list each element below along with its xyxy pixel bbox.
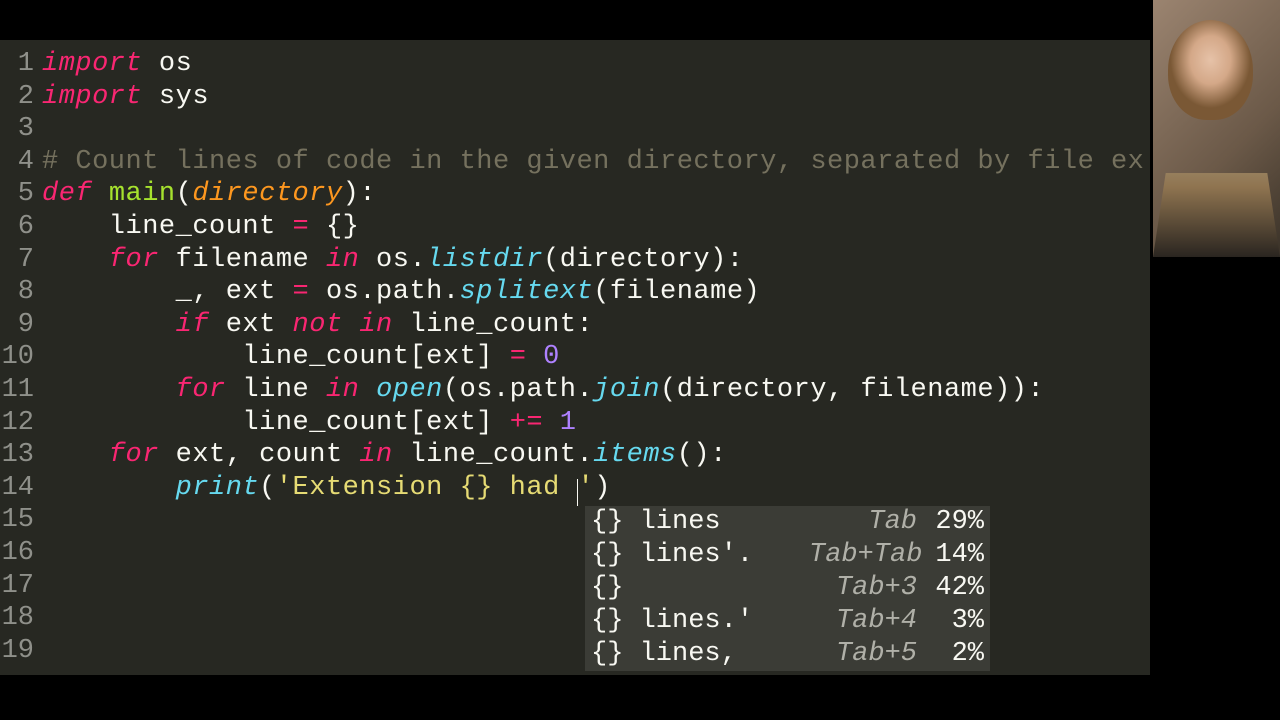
autocomplete-probability: 29% — [929, 506, 984, 539]
code-content[interactable]: line_count[ext] = 0 — [42, 341, 560, 374]
code-line[interactable]: 6 line_count = {} — [0, 211, 1150, 244]
code-content[interactable]: for filename in os.listdir(directory): — [42, 244, 744, 277]
code-line[interactable]: 1import os — [0, 48, 1150, 81]
code-line[interactable]: 5def main(directory): — [0, 178, 1150, 211]
autocomplete-suggestion: {} lines — [591, 506, 809, 539]
code-content[interactable]: if ext not in line_count: — [42, 309, 593, 342]
line-number: 18 — [0, 602, 42, 635]
line-number: 12 — [0, 407, 42, 440]
code-content[interactable]: # Count lines of code in the given direc… — [42, 146, 1144, 179]
line-number: 11 — [0, 374, 42, 407]
code-content[interactable]: def main(directory): — [42, 178, 376, 211]
line-number: 17 — [0, 570, 42, 603]
code-line[interactable]: 9 if ext not in line_count: — [0, 309, 1150, 342]
webcam-placeholder: WHY YOU — [1268, 247, 1278, 257]
autocomplete-suggestion: {} — [591, 572, 809, 605]
code-line[interactable]: 3 — [0, 113, 1150, 146]
autocomplete-item[interactable]: {} lines.'Tab+43% — [585, 605, 990, 638]
code-content[interactable]: import os — [42, 48, 192, 81]
code-content[interactable]: line_count[ext] += 1 — [42, 407, 577, 440]
line-number: 16 — [0, 537, 42, 570]
presenter-webcam: WHY YOU — [1153, 0, 1280, 257]
code-line[interactable]: 8 _, ext = os.path.splitext(filename) — [0, 276, 1150, 309]
code-content[interactable]: for ext, count in line_count.items(): — [42, 439, 727, 472]
code-content[interactable]: for line in open(os.path.join(directory,… — [42, 374, 1044, 407]
code-content[interactable]: line_count = {} — [42, 211, 359, 244]
autocomplete-suggestion: {} lines'. — [591, 539, 809, 572]
autocomplete-popup[interactable]: {} linesTab29%{} lines'.Tab+Tab14%{}Tab+… — [585, 506, 990, 671]
autocomplete-item[interactable]: {} lines'.Tab+Tab14% — [585, 539, 990, 572]
line-number: 7 — [0, 244, 42, 277]
line-number: 8 — [0, 276, 42, 309]
code-line[interactable]: 7 for filename in os.listdir(directory): — [0, 244, 1150, 277]
autocomplete-probability: 2% — [929, 638, 984, 671]
code-line[interactable]: 11 for line in open(os.path.join(directo… — [0, 374, 1150, 407]
autocomplete-probability: 42% — [929, 572, 984, 605]
line-number: 13 — [0, 439, 42, 472]
autocomplete-item[interactable]: {} lines,Tab+52% — [585, 638, 990, 671]
autocomplete-probability: 14% — [929, 539, 984, 572]
code-line[interactable]: 13 for ext, count in line_count.items(): — [0, 439, 1150, 472]
line-number: 15 — [0, 504, 42, 537]
autocomplete-probability: 3% — [929, 605, 984, 638]
autocomplete-shortcut: Tab+4 — [809, 605, 929, 638]
line-number: 1 — [0, 48, 42, 81]
code-line[interactable]: 2import sys — [0, 81, 1150, 114]
autocomplete-item[interactable]: {}Tab+342% — [585, 572, 990, 605]
code-content[interactable]: _, ext = os.path.splitext(filename) — [42, 276, 760, 309]
autocomplete-suggestion: {} lines.' — [591, 605, 809, 638]
code-line[interactable]: 14 print('Extension {} had ') — [0, 472, 1150, 505]
autocomplete-shortcut: Tab+3 — [809, 572, 929, 605]
code-line[interactable]: 10 line_count[ext] = 0 — [0, 341, 1150, 374]
line-number: 19 — [0, 635, 42, 668]
code-content[interactable]: import sys — [42, 81, 209, 114]
line-number: 2 — [0, 81, 42, 114]
autocomplete-suggestion: {} lines, — [591, 638, 809, 671]
code-content[interactable]: print('Extension {} had ') — [42, 472, 611, 505]
line-number: 5 — [0, 178, 42, 211]
autocomplete-shortcut: Tab — [809, 506, 929, 539]
code-line[interactable]: 4# Count lines of code in the given dire… — [0, 146, 1150, 179]
line-number: 14 — [0, 472, 42, 505]
line-number: 3 — [0, 113, 42, 146]
autocomplete-shortcut: Tab+5 — [809, 638, 929, 671]
line-number: 4 — [0, 146, 42, 179]
line-number: 10 — [0, 341, 42, 374]
code-line[interactable]: 12 line_count[ext] += 1 — [0, 407, 1150, 440]
line-number: 6 — [0, 211, 42, 244]
line-number: 9 — [0, 309, 42, 342]
autocomplete-shortcut: Tab+Tab — [809, 539, 929, 572]
autocomplete-item[interactable]: {} linesTab29% — [585, 506, 990, 539]
